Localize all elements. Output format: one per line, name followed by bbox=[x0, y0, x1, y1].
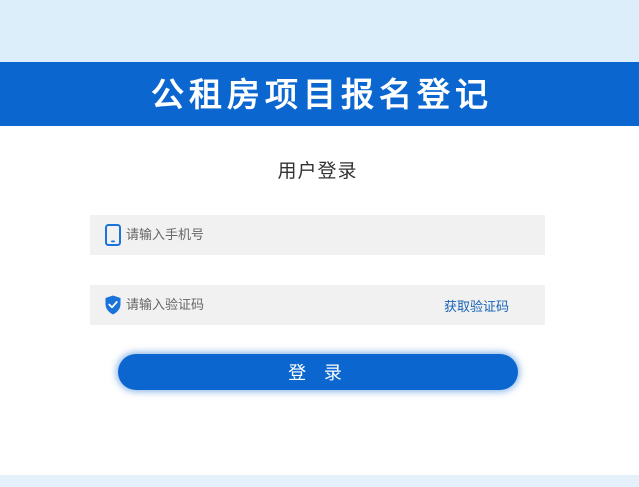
verification-code-field[interactable]: 获取验证码 bbox=[90, 285, 545, 325]
login-form-title: 用户登录 bbox=[277, 160, 358, 182]
page-title: 公租房项目报名登记 bbox=[151, 74, 493, 114]
phone-field[interactable] bbox=[90, 215, 545, 255]
page-header: 公租房项目报名登记 bbox=[0, 62, 639, 126]
shield-check-icon bbox=[104, 293, 122, 317]
bottom-background-band bbox=[0, 475, 639, 487]
login-button[interactable]: 登 录 bbox=[118, 354, 518, 390]
login-panel: 用户登录 获取验证码 登 录 bbox=[0, 126, 639, 475]
mobile-phone-icon bbox=[104, 223, 122, 247]
verification-code-input[interactable] bbox=[126, 286, 444, 324]
get-verification-code-link[interactable]: 获取验证码 bbox=[444, 296, 509, 315]
top-background-band bbox=[0, 0, 639, 62]
phone-input[interactable] bbox=[126, 216, 545, 254]
